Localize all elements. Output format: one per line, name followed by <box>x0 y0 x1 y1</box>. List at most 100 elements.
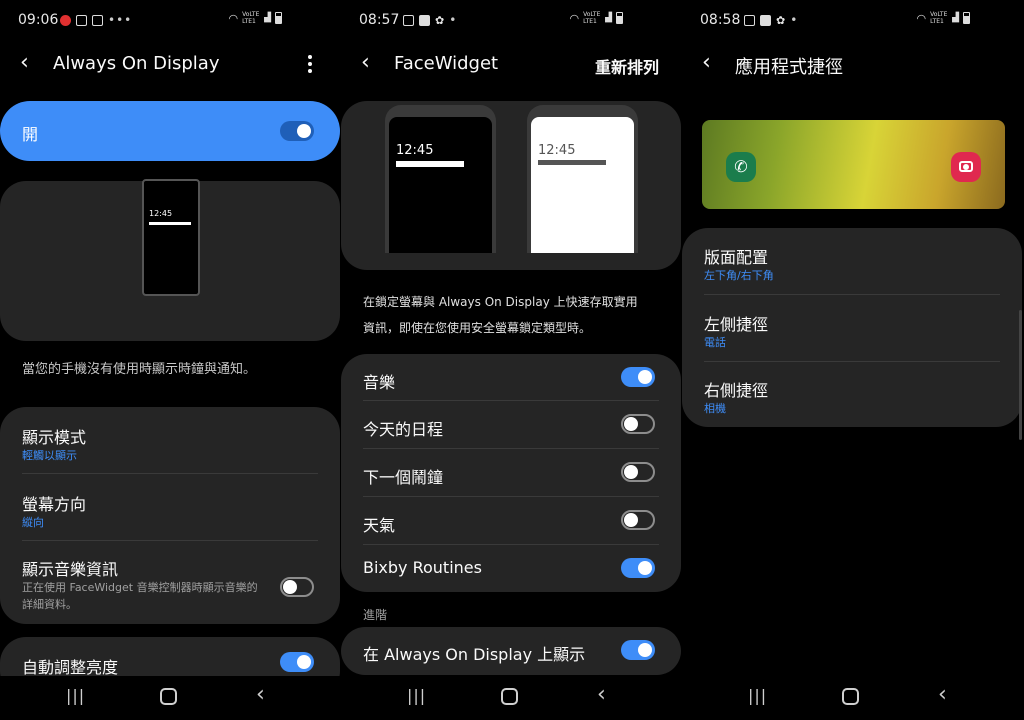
wifi-icon: ◠ <box>569 11 580 25</box>
more-notifications-icon: ••• <box>108 13 133 27</box>
main-switch-bar[interactable]: 開 <box>0 101 340 161</box>
navigation-bar: ||| ‹ <box>682 676 1022 720</box>
home-button[interactable] <box>501 688 518 705</box>
setting-music-info[interactable]: 顯示音樂資訊 正在使用 FaceWidget 音樂控制器時顯示音樂的詳細資料。 <box>0 541 340 624</box>
image-notification-icon <box>744 14 755 26</box>
panel-facewidget: 08:57 ✿ • ◠ VoLTE LTE1 ▟ ‹ FaceWidget 重新… <box>341 0 681 720</box>
image-notification-icon <box>403 14 414 26</box>
recents-button[interactable]: ||| <box>66 686 85 705</box>
page-title: 應用程式捷徑 <box>735 57 843 78</box>
setting-title: 顯示音樂資訊 <box>22 560 119 579</box>
system-status-icons: ◠ VoLTE LTE1 ▟ <box>228 11 282 25</box>
widget-row-schedule[interactable]: 今天的日程 <box>341 401 681 448</box>
left-shortcut-phone-icon[interactable]: ✆ <box>726 152 756 182</box>
setting-screen-orientation[interactable]: 螢幕方向 縱向 <box>0 474 340 540</box>
nav-back-button[interactable]: ‹ <box>256 682 265 707</box>
back-button[interactable]: ‹ <box>702 50 711 75</box>
navigation-bar: ||| ‹ <box>0 676 340 720</box>
status-time: 08:58 <box>700 12 741 28</box>
app-bar: ‹ Always On Display <box>0 44 340 84</box>
notification-icons: ••• <box>60 13 132 27</box>
system-status-icons: ◠ VoLTE LTE1 ▟ <box>916 11 970 25</box>
show-on-aod-toggle[interactable] <box>621 640 655 660</box>
widget-label: 天氣 <box>363 516 396 535</box>
signal-icon: ▟ <box>605 13 612 23</box>
more-options-icon[interactable] <box>308 52 314 76</box>
wifi-icon: ◠ <box>228 11 239 25</box>
light-preview[interactable]: 12:45 <box>527 105 638 253</box>
feature-description: 當您的手機沒有使用時顯示時鐘與通知。 <box>22 362 257 377</box>
panel-app-shortcuts: 08:58 ✿ • ◠ VoLTE LTE1 ▟ ‹ 應用程式捷徑 ✆ 版面配置… <box>682 0 1022 720</box>
scrollbar[interactable] <box>1019 310 1022 440</box>
settings-card: 顯示模式 輕觸以顯示 螢幕方向 縱向 顯示音樂資訊 正在使用 FaceWidge… <box>0 407 340 624</box>
shortcut-title: 左側捷徑 <box>704 315 769 334</box>
signal-icon: ▟ <box>264 13 271 23</box>
widget-row-bixby[interactable]: Bixby Routines <box>341 545 681 592</box>
advanced-row-show-on-aod[interactable]: 在 Always On Display 上顯示 <box>341 627 681 675</box>
setting-title: 自動調整亮度 <box>22 658 119 677</box>
facebook-icon <box>419 14 430 26</box>
recents-button[interactable]: ||| <box>407 686 426 705</box>
light-preview-clock: 12:45 <box>538 143 576 158</box>
shortcut-title: 右側捷徑 <box>704 381 769 400</box>
panel-always-on-display: 09:06 ••• ◠ VoLTE LTE1 ▟ ‹ Always On Dis… <box>0 0 340 720</box>
status-time: 08:57 <box>359 12 400 28</box>
phone-preview[interactable]: 12:45 <box>142 179 200 296</box>
widgets-card: 音樂 今天的日程 下一個鬧鐘 天氣 Bixby Routines <box>341 354 681 592</box>
status-time: 09:06 <box>18 12 59 28</box>
setting-subtitle: 縱向 <box>22 516 44 529</box>
widget-label: 下一個鬧鐘 <box>363 468 444 487</box>
setting-subtitle: 輕觸以顯示 <box>22 449 77 462</box>
nav-back-button[interactable]: ‹ <box>597 682 606 707</box>
bird-notification-icon: ✿ <box>776 13 786 27</box>
app-bar: ‹ FaceWidget 重新排列 <box>341 44 681 84</box>
bixby-toggle[interactable] <box>621 558 655 578</box>
shortcut-row-left[interactable]: 左側捷徑 電話 <box>682 295 1022 361</box>
feature-description: 在鎖定螢幕與 Always On Display 上快速存取實用資訊，即使在您使… <box>363 295 638 335</box>
shortcut-row-layout[interactable]: 版面配置 左下角/右下角 <box>682 228 1022 294</box>
schedule-toggle[interactable] <box>621 414 655 434</box>
widget-row-weather[interactable]: 天氣 <box>341 497 681 544</box>
advanced-section-header: 進階 <box>363 608 388 622</box>
widget-row-music[interactable]: 音樂 <box>341 354 681 400</box>
widget-label: 今天的日程 <box>363 420 444 439</box>
battery-icon <box>963 12 970 24</box>
auto-brightness-toggle[interactable] <box>280 652 314 672</box>
home-button[interactable] <box>160 688 177 705</box>
shortcut-row-right[interactable]: 右側捷徑 相機 <box>682 362 1022 427</box>
widget-row-alarm[interactable]: 下一個鬧鐘 <box>341 449 681 496</box>
recents-button[interactable]: ||| <box>748 686 767 705</box>
more-notifications-icon: • <box>790 13 799 27</box>
music-toggle[interactable] <box>621 367 655 387</box>
battery-icon <box>275 12 282 24</box>
home-button[interactable] <box>842 688 859 705</box>
back-button[interactable]: ‹ <box>361 50 370 75</box>
dark-preview[interactable]: 12:45 <box>385 105 496 253</box>
right-shortcut-camera-icon[interactable] <box>951 152 981 182</box>
nav-back-button[interactable]: ‹ <box>938 682 947 707</box>
network-label: VoLTE LTE1 <box>242 11 260 25</box>
wifi-icon: ◠ <box>916 11 927 25</box>
status-bar: 09:06 ••• ◠ VoLTE LTE1 ▟ <box>0 0 340 40</box>
page-title: FaceWidget <box>394 53 499 74</box>
network-label: VoLTE LTE1 <box>583 11 601 25</box>
alarm-toggle[interactable] <box>621 462 655 482</box>
main-switch-toggle[interactable] <box>280 121 314 141</box>
weather-toggle[interactable] <box>621 510 655 530</box>
setting-display-mode[interactable]: 顯示模式 輕觸以顯示 <box>0 407 340 473</box>
bird-notification-icon: ✿ <box>435 13 445 27</box>
shortcuts-card: 版面配置 左下角/右下角 左側捷徑 電話 右側捷徑 相機 <box>682 228 1022 427</box>
main-switch-label: 開 <box>22 125 39 144</box>
preview-card: 12:45 <box>0 179 340 341</box>
dark-preview-clock: 12:45 <box>396 143 434 158</box>
system-status-icons: ◠ VoLTE LTE1 ▟ <box>569 11 623 25</box>
facebook-icon <box>760 14 771 26</box>
lockscreen-preview: ✆ <box>702 120 1005 209</box>
preview-card: 12:45 12:45 <box>341 101 681 270</box>
status-bar: 08:57 ✿ • ◠ VoLTE LTE1 ▟ <box>341 0 681 40</box>
back-button[interactable]: ‹ <box>20 50 29 75</box>
advanced-card: 在 Always On Display 上顯示 <box>341 627 681 675</box>
music-info-toggle[interactable] <box>280 577 314 597</box>
reorder-button[interactable]: 重新排列 <box>595 54 659 78</box>
more-notifications-icon: • <box>449 13 458 27</box>
